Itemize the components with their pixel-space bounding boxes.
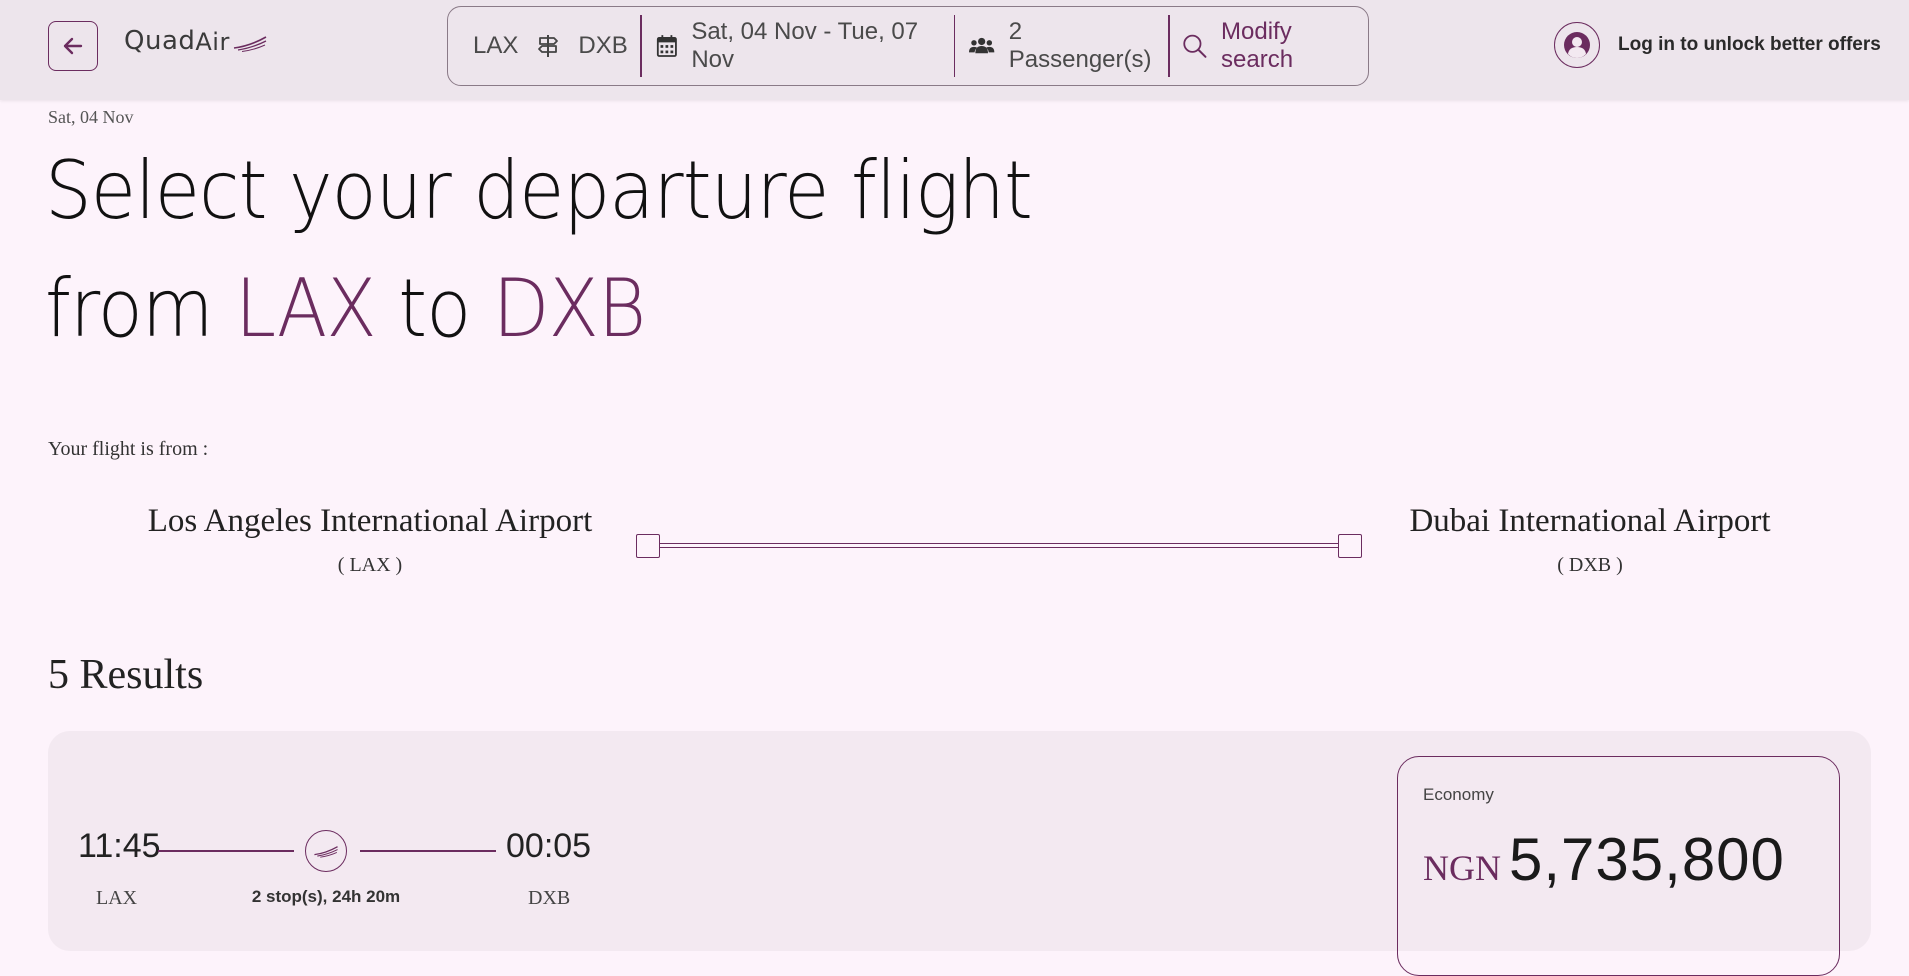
login-link[interactable]: Log in to unlock better offers [1554,22,1881,68]
modify-search-button[interactable]: Modify search [1170,7,1368,85]
route-origin-marker [636,534,660,558]
title-from: from [45,262,214,355]
airline-swoosh-icon [314,846,338,858]
origin-airport: Los Angeles International Airport ( LAX … [120,503,620,577]
selected-date: Sat, 04 Nov [48,107,134,127]
fare-amount: 5,735,800 [1509,826,1785,893]
dates-segment[interactable]: Sat, 04 Nov - Tue, 07 Nov [642,7,954,85]
search-dates: Sat, 04 Nov - Tue, 07 Nov [691,18,919,73]
login-label: Log in to unlock better offers [1618,34,1881,55]
user-icon [1564,32,1590,58]
destination-airport-name: Dubai International Airport [1409,503,1771,539]
timeline-line [158,850,294,852]
results-count: 5 Results [48,652,204,698]
origin-airport-code: ( LAX ) [337,554,403,576]
back-button[interactable] [48,21,98,71]
origin-airport-name: Los Angeles International Airport [147,503,593,539]
arrival-code: DXB [528,887,571,909]
logo-quad-text: Quad [124,26,196,56]
route-bar [648,543,1350,548]
passengers-segment[interactable]: 2 Passenger(s) [955,7,1167,85]
top-header: Quad Air LAX DXB Sat, 04 Nov - Tue, 07 N… [0,0,1909,100]
logo-air-text: Air [195,28,230,56]
avatar[interactable] [1554,22,1600,68]
arrow-left-icon [63,37,83,55]
search-origin: LAX [473,32,519,59]
flight-from-label: Your flight is from : [48,438,209,460]
search-icon [1183,34,1207,58]
fare-currency: NGN [1423,848,1501,888]
stops-duration: 2 stop(s), 24h 20m [251,887,401,906]
route-connector [636,534,1362,558]
economy-fare-option[interactable]: Economy NGN 5,735,800 [1397,756,1840,976]
search-destination: DXB [578,32,628,59]
flight-result-card[interactable]: 11:45 00:05 LAX 2 stop(s), 24h 20m DXB E… [48,731,1871,976]
search-summary-bar[interactable]: LAX DXB Sat, 04 Nov - Tue, 07 Nov 2 Pass… [447,6,1369,86]
calendar-icon [656,35,677,57]
title-origin: LAX [235,262,377,355]
airline-swoosh-icon [233,36,267,52]
modify-search-label: Modify search [1221,18,1294,73]
destination-airport-code: ( DXB ) [1557,554,1623,576]
arrival-time: 00:05 [506,827,592,865]
quadair-logo[interactable]: Quad Air [124,26,268,56]
users-icon [969,37,995,54]
title-to: to [398,262,471,355]
departure-time: 11:45 [78,827,161,865]
route-segment[interactable]: LAX DXB [448,7,640,85]
signpost-icon [538,35,559,57]
departure-code: LAX [96,887,138,909]
fare-class-label: Economy [1423,785,1494,804]
fare-price: NGN 5,735,800 [1423,825,1785,894]
airline-badge [305,830,347,872]
title-destination: DXB [492,262,646,355]
title-line-1: Select your departure flight [45,144,1033,237]
search-passengers: 2 Passenger(s) [1008,18,1152,73]
page-title: Select your departure flight from LAX to… [45,132,1033,368]
destination-airport: Dubai International Airport ( DXB ) [1340,503,1840,577]
timeline-line [360,850,496,852]
